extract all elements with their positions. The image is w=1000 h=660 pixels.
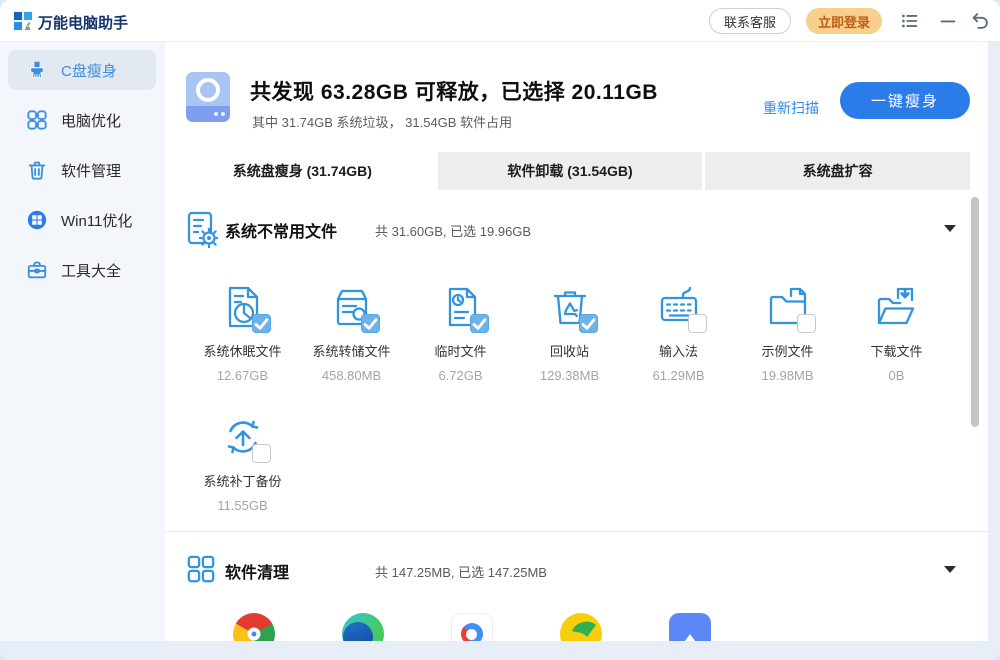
tab-software-uninstall[interactable]: 软件卸载 (31.54GB) bbox=[438, 152, 703, 190]
file-item-patch-backup[interactable]: 系统补丁备份 11.55GB bbox=[188, 413, 297, 513]
checkbox-checked[interactable] bbox=[361, 314, 380, 333]
collapse-caret-icon[interactable] bbox=[944, 566, 956, 573]
input-method-icon bbox=[655, 283, 703, 331]
brush-icon bbox=[26, 59, 48, 81]
file-item-size: 61.29MB bbox=[624, 368, 733, 383]
file-item-label: 系统休眠文件 bbox=[188, 341, 297, 360]
file-item-label: 输入法 bbox=[624, 341, 733, 360]
edge-icon[interactable] bbox=[342, 613, 384, 641]
file-grid-row-1: 系统休眠文件 12.67GB 系统转储文件 458.80MB bbox=[188, 283, 951, 383]
sidebar-item-win11-optimize[interactable]: Win11优化 bbox=[8, 200, 156, 240]
scan-result-subtitle: 其中 31.74GB 系统垃圾， 31.54GB 软件占用 bbox=[252, 112, 512, 131]
scan-result-title: 共发现 63.28GB 可释放，已选择 20.11GB bbox=[250, 76, 658, 106]
sidebar-item-label: C盘瘦身 bbox=[61, 60, 117, 81]
sidebar-item-software-manage[interactable]: 软件管理 bbox=[8, 150, 156, 190]
minimize-icon[interactable] bbox=[936, 9, 960, 33]
chrome-icon[interactable] bbox=[233, 613, 275, 641]
file-item-download[interactable]: 下载文件 0B bbox=[842, 283, 951, 383]
contact-support-button[interactable]: 联系客服 bbox=[709, 8, 791, 34]
software-icons-row bbox=[199, 613, 959, 641]
patch-backup-icon bbox=[219, 413, 267, 461]
checkbox-checked[interactable] bbox=[579, 314, 598, 333]
login-button[interactable]: 立即登录 bbox=[806, 8, 882, 34]
checkbox-unchecked[interactable] bbox=[797, 314, 816, 333]
checkbox-checked[interactable] bbox=[252, 314, 271, 333]
blue-arrow-app-icon[interactable] bbox=[669, 613, 711, 641]
file-item-hibernation[interactable]: 系统休眠文件 12.67GB bbox=[188, 283, 297, 383]
sidebar-item-label: 工具大全 bbox=[61, 260, 121, 281]
menu-list-icon[interactable] bbox=[898, 9, 922, 33]
main-panel: 共发现 63.28GB 可释放，已选择 20.11GB 其中 31.74GB 系… bbox=[165, 42, 988, 641]
sidebar-item-c-drive-slim[interactable]: C盘瘦身 bbox=[8, 50, 156, 90]
dump-file-icon bbox=[328, 283, 376, 331]
file-grid-row-2: 系统补丁备份 11.55GB bbox=[188, 413, 297, 513]
sidebar-item-tools[interactable]: 工具大全 bbox=[8, 250, 156, 290]
file-item-dump[interactable]: 系统转储文件 458.80MB bbox=[297, 283, 406, 383]
tab-bar: 系统盘瘦身 (31.74GB) 软件卸载 (31.54GB) 系统盘扩容 bbox=[170, 152, 970, 190]
download-files-icon bbox=[873, 283, 921, 331]
sidebar-item-label: 软件管理 bbox=[61, 160, 121, 181]
file-item-size: 0B bbox=[842, 368, 951, 383]
section-title: 系统不常用文件 bbox=[225, 218, 337, 242]
file-item-size: 458.80MB bbox=[297, 368, 406, 383]
hibernation-file-icon bbox=[219, 283, 267, 331]
collapse-caret-icon[interactable] bbox=[944, 225, 956, 232]
temp-file-icon bbox=[437, 283, 485, 331]
app-logo-icon bbox=[13, 11, 33, 31]
checkbox-unchecked[interactable] bbox=[688, 314, 707, 333]
file-item-temp[interactable]: 临时文件 6.72GB bbox=[406, 283, 515, 383]
file-item-label: 系统补丁备份 bbox=[188, 471, 297, 490]
optimize-grid-icon bbox=[26, 109, 48, 131]
section-divider bbox=[165, 531, 988, 532]
app-window: 万能电脑助手 联系客服 立即登录 C盘瘦身 bbox=[0, 0, 1000, 660]
checkbox-checked[interactable] bbox=[470, 314, 489, 333]
section-stats: 共 31.60GB, 已选 19.96GB bbox=[375, 221, 531, 240]
section-stats: 共 147.25MB, 已选 147.25MB bbox=[375, 562, 547, 581]
title-bar: 万能电脑助手 联系客服 立即登录 bbox=[0, 0, 1000, 42]
checkbox-unchecked[interactable] bbox=[252, 444, 271, 463]
file-item-label: 系统转储文件 bbox=[297, 341, 406, 360]
section-system-unused-files: 系统不常用文件 共 31.60GB, 已选 19.96GB bbox=[165, 208, 988, 254]
file-item-size: 12.67GB bbox=[188, 368, 297, 383]
windows-icon bbox=[26, 209, 48, 231]
hard-drive-icon bbox=[185, 70, 231, 124]
tab-system-slim[interactable]: 系统盘瘦身 (31.74GB) bbox=[170, 152, 435, 190]
recycle-bin-icon bbox=[546, 283, 594, 331]
sidebar: C盘瘦身 电脑优化 软件管理 bbox=[0, 42, 165, 641]
section-title: 软件清理 bbox=[225, 559, 289, 583]
file-gear-icon bbox=[186, 210, 218, 248]
tab-disk-expand[interactable]: 系统盘扩容 bbox=[705, 152, 970, 190]
file-item-sample-files[interactable]: 示例文件 19.98MB bbox=[733, 283, 842, 383]
scrollbar-thumb[interactable] bbox=[971, 197, 979, 427]
file-item-size: 19.98MB bbox=[733, 368, 842, 383]
file-item-size: 129.38MB bbox=[515, 368, 624, 383]
yellow-green-app-icon[interactable] bbox=[560, 613, 602, 641]
sidebar-item-label: 电脑优化 bbox=[61, 110, 121, 131]
file-item-recycle-bin[interactable]: 回收站 129.38MB bbox=[515, 283, 624, 383]
app-title: 万能电脑助手 bbox=[38, 12, 128, 33]
file-item-size: 11.55GB bbox=[188, 498, 297, 513]
rescan-link[interactable]: 重新扫描 bbox=[763, 98, 819, 118]
back-undo-icon[interactable] bbox=[968, 9, 992, 33]
white-ring-app-icon[interactable] bbox=[451, 613, 493, 641]
section-software-clean: 软件清理 共 147.25MB, 已选 147.25MB bbox=[165, 549, 988, 595]
trash-icon bbox=[26, 159, 48, 181]
one-key-slim-button[interactable]: 一键瘦身 bbox=[840, 82, 970, 119]
toolbox-icon bbox=[26, 259, 48, 281]
file-item-label: 临时文件 bbox=[406, 341, 515, 360]
sidebar-item-label: Win11优化 bbox=[61, 210, 132, 231]
file-item-label: 回收站 bbox=[515, 341, 624, 360]
app-grid-icon bbox=[186, 554, 218, 592]
file-item-label: 示例文件 bbox=[733, 341, 842, 360]
sidebar-item-pc-optimize[interactable]: 电脑优化 bbox=[8, 100, 156, 140]
file-item-size: 6.72GB bbox=[406, 368, 515, 383]
sample-files-icon bbox=[764, 283, 812, 331]
file-item-label: 下载文件 bbox=[842, 341, 951, 360]
file-item-input-method[interactable]: 输入法 61.29MB bbox=[624, 283, 733, 383]
